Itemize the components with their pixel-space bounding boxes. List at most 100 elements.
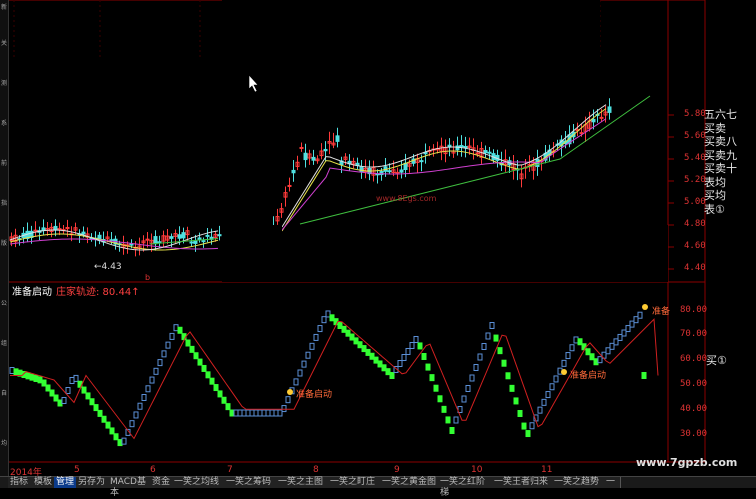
rise-bar xyxy=(65,387,71,394)
candle-body xyxy=(299,146,304,149)
mask-region xyxy=(222,0,600,108)
chart-watermark: www.8Egs.com xyxy=(376,194,437,203)
mask-region xyxy=(222,225,282,282)
indicator-tick: 80.00 xyxy=(680,305,708,315)
rise-bar xyxy=(61,397,67,404)
trend-curve xyxy=(10,318,659,440)
rise-bar xyxy=(489,322,495,329)
sidebar-item[interactable]: 公 xyxy=(0,300,8,307)
price-tick: 4.80 xyxy=(684,219,706,229)
candle-body xyxy=(53,225,58,230)
fall-bar xyxy=(205,371,211,379)
fall-bar xyxy=(493,334,499,342)
sidebar-item[interactable]: 均 xyxy=(0,440,8,447)
indicator-title[interactable]: 准备启动 xyxy=(12,283,52,298)
indicator-tick: 70.00 xyxy=(680,329,708,339)
rise-bar xyxy=(569,344,575,352)
fall-bar xyxy=(225,403,231,411)
fall-bar xyxy=(85,392,91,400)
candle-body xyxy=(201,240,206,243)
fall-bar xyxy=(341,325,347,333)
tab-template[interactable]: 模板 xyxy=(32,477,55,488)
fall-bar xyxy=(429,374,435,382)
fall-bar xyxy=(389,372,395,379)
tab-chip[interactable]: 一笑之筹码 xyxy=(224,477,277,488)
candle-body xyxy=(81,231,86,235)
fall-bar xyxy=(229,409,235,417)
sidebar-item[interactable]: 新 xyxy=(0,4,8,11)
tab-save-as[interactable]: 另存为 xyxy=(76,477,109,488)
fall-bar xyxy=(577,338,583,346)
rise-bar xyxy=(137,402,143,410)
tab-fund[interactable]: 资金 xyxy=(150,477,173,488)
price-tick: 5.80 xyxy=(684,109,706,119)
fall-bar xyxy=(117,439,123,447)
rise-bar xyxy=(573,336,579,344)
rise-bar xyxy=(233,409,239,417)
left-tool-sidebar[interactable]: 新 关 测 系 前 指 版 公 组 自 均 xyxy=(0,0,9,476)
sidebar-item[interactable]: 指 xyxy=(0,200,8,207)
fall-bar xyxy=(593,358,599,366)
rise-bar xyxy=(537,406,543,414)
rise-bar xyxy=(145,385,151,393)
sidebar-item[interactable]: 自 xyxy=(0,390,8,397)
rise-bar xyxy=(409,342,415,349)
rise-bar xyxy=(549,383,555,391)
tab-more[interactable]: 一 xyxy=(604,477,621,488)
rise-bar xyxy=(545,391,551,399)
candle-body xyxy=(359,166,364,173)
fall-bar xyxy=(37,376,43,384)
sidebar-item[interactable]: 版 xyxy=(0,240,8,247)
candle-body xyxy=(287,184,292,187)
rise-bar xyxy=(561,359,567,367)
candle-body xyxy=(153,236,158,245)
rise-bar xyxy=(121,437,127,445)
signal-label: 准备 xyxy=(652,307,671,317)
price-tick: 5.20 xyxy=(684,175,706,185)
candle-body xyxy=(169,236,174,239)
chart-stage: b 新 关 测 系 前 指 版 公 组 自 均 5.80 5.60 5.40 5… xyxy=(0,0,756,498)
ma-line xyxy=(281,104,607,228)
chart-canvas[interactable]: b xyxy=(0,0,756,487)
tab-macd[interactable]: MACD基本 xyxy=(108,477,151,498)
rise-bar xyxy=(237,409,243,417)
tab-trend[interactable]: 一笑之趋势 xyxy=(552,477,605,488)
candle-body xyxy=(205,234,210,237)
candle-body xyxy=(483,149,488,154)
fall-bar xyxy=(357,341,363,349)
fall-bar xyxy=(433,384,439,392)
fall-bar xyxy=(217,390,223,398)
rise-bar xyxy=(173,324,179,332)
fall-bar xyxy=(509,384,515,392)
candle-body xyxy=(607,106,612,113)
tab-king[interactable]: 一笑王者归来 xyxy=(492,477,553,488)
tab-watch[interactable]: 一笑之盯庄 xyxy=(328,477,381,488)
fall-bar xyxy=(81,386,87,394)
tab-ma[interactable]: 一笑之均线 xyxy=(172,477,225,488)
sidebar-item[interactable]: 关 xyxy=(0,40,8,47)
rise-bar xyxy=(465,385,471,392)
info-row: 买卖十 xyxy=(704,162,737,175)
candle-body xyxy=(419,160,424,163)
sidebar-item[interactable]: 前 xyxy=(0,160,8,167)
rise-bar xyxy=(9,367,15,374)
rise-bar xyxy=(257,409,263,417)
tab-gold[interactable]: 一笑之黄金图 xyxy=(380,477,439,488)
rise-bar xyxy=(541,398,547,406)
fall-bar xyxy=(449,427,455,434)
rise-bar xyxy=(565,352,571,360)
tab-indicator[interactable]: 指标 xyxy=(8,477,33,488)
ma-line xyxy=(281,118,607,231)
price-tick: 4.40 xyxy=(684,263,706,273)
rise-bar xyxy=(637,311,643,319)
sidebar-item[interactable]: 组 xyxy=(0,340,8,347)
fall-bar xyxy=(381,364,387,372)
tab-manage[interactable]: 管理 xyxy=(54,477,77,488)
tab-ladder[interactable]: 一笑之红阶梯 xyxy=(438,477,493,498)
rise-bar xyxy=(269,409,275,417)
sidebar-item[interactable]: 系 xyxy=(0,120,8,127)
sidebar-item[interactable]: 测 xyxy=(0,80,8,87)
signal-label: 准备启动 xyxy=(570,371,607,381)
tab-main[interactable]: 一笑之主图 xyxy=(276,477,329,488)
candle-body xyxy=(145,238,150,241)
